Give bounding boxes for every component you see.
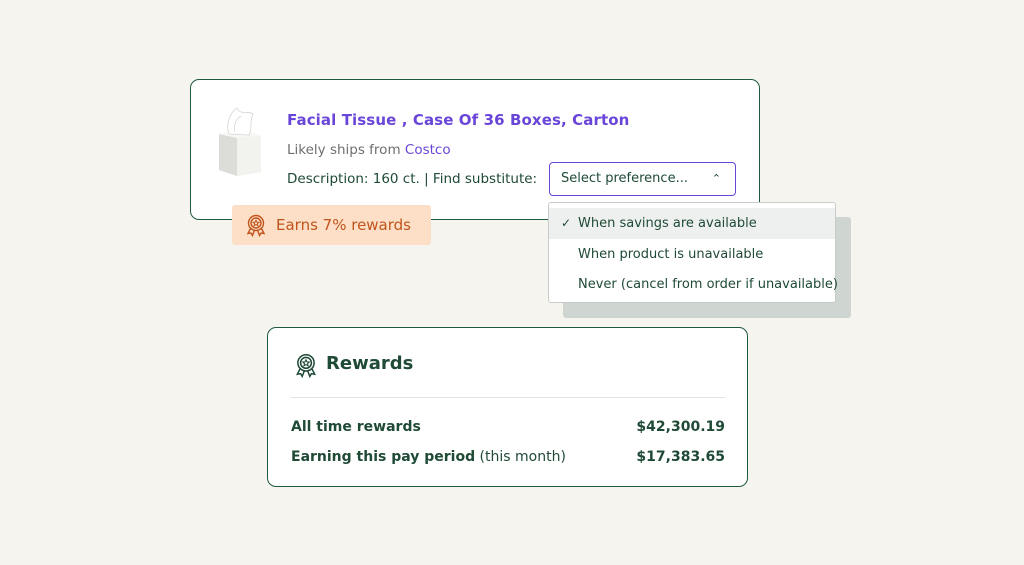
ships-from-line: Likely ships from Costco bbox=[287, 142, 451, 158]
ships-from-prefix: Likely ships from bbox=[287, 142, 405, 158]
rewards-row-all-time: All time rewards $42,300.19 bbox=[291, 419, 725, 439]
award-ribbon-icon bbox=[246, 214, 266, 237]
rewards-row-value: $17,383.65 bbox=[636, 449, 725, 465]
dropdown-option-never[interactable]: Never (cancel from order if unavailable) bbox=[549, 269, 838, 300]
dropdown-option-label: Never (cancel from order if unavailable) bbox=[578, 277, 838, 292]
rewards-row-label-sub: (this month) bbox=[475, 449, 566, 465]
dropdown-option-unavailable[interactable]: When product is unavailable bbox=[549, 239, 835, 270]
select-value: Select preference... bbox=[561, 171, 688, 186]
dropdown-option-label: When savings are available bbox=[578, 216, 757, 231]
rewards-card: Rewards All time rewards $42,300.19 Earn… bbox=[267, 327, 748, 487]
award-ribbon-icon bbox=[295, 353, 317, 378]
product-title[interactable]: Facial Tissue , Case Of 36 Boxes, Carton bbox=[287, 111, 629, 129]
dropdown-option-savings[interactable]: ✓ When savings are available bbox=[549, 208, 835, 239]
rewards-row-label-main: All time rewards bbox=[291, 419, 421, 435]
store-link[interactable]: Costco bbox=[405, 142, 451, 158]
tissue-box-image bbox=[219, 107, 261, 176]
product-card: Facial Tissue , Case Of 36 Boxes, Carton… bbox=[190, 79, 760, 220]
rewards-row-pay-period: Earning this pay period (this month) $17… bbox=[291, 449, 725, 469]
rewards-badge-label: Earns 7% rewards bbox=[276, 216, 411, 234]
substitute-preference-select[interactable]: Select preference... ⌃ bbox=[549, 162, 736, 196]
rewards-title: Rewards bbox=[326, 353, 414, 374]
rewards-badge: Earns 7% rewards bbox=[232, 205, 431, 245]
divider bbox=[291, 397, 725, 398]
rewards-row-label-main: Earning this pay period bbox=[291, 449, 476, 465]
rewards-row-label: All time rewards bbox=[291, 419, 421, 435]
check-icon: ✓ bbox=[561, 216, 572, 230]
rewards-row-label: Earning this pay period (this month) bbox=[291, 449, 566, 465]
dropdown-option-label: When product is unavailable bbox=[578, 247, 764, 262]
rewards-row-value: $42,300.19 bbox=[636, 419, 725, 435]
description-line: Description: 160 ct. | Find substitute: bbox=[287, 171, 538, 187]
substitute-dropdown-menu: ✓ When savings are available When produc… bbox=[548, 202, 838, 303]
chevron-up-icon: ⌃ bbox=[711, 172, 721, 185]
